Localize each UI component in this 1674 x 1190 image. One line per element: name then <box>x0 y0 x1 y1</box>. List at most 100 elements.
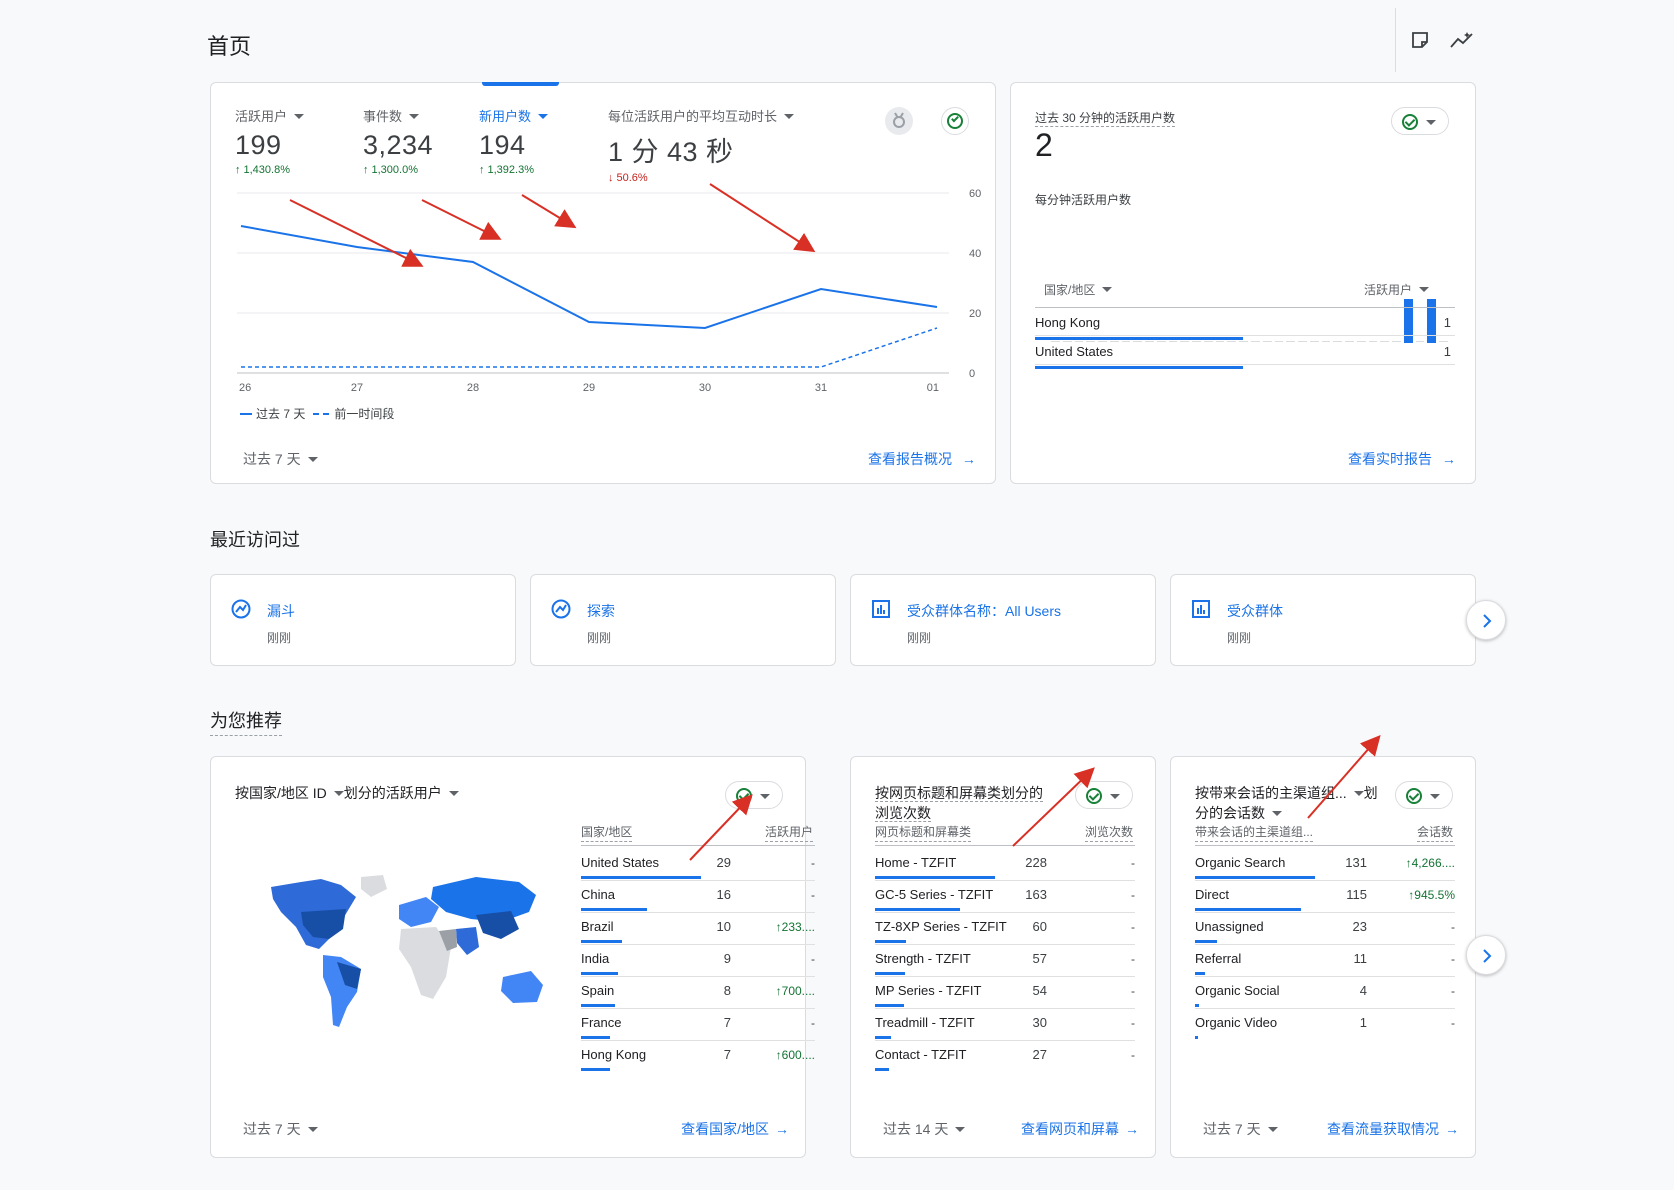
minute-bar <box>1333 341 1343 342</box>
table-row-bar <box>875 940 906 943</box>
realtime-row-value: 1 <box>1443 344 1451 359</box>
date-range-dropdown[interactable]: 过去 7 天 <box>1203 1119 1278 1139</box>
date-range-dropdown[interactable]: 过去 14 天 <box>883 1119 965 1139</box>
view-report-overview-link[interactable]: 查看报告概况 → <box>868 449 976 469</box>
table-row-bar <box>875 972 905 975</box>
realtime-row-name: Hong Kong <box>1035 315 1101 330</box>
metric-tab[interactable]: 活跃用户 199 ↑ 1,430.8% <box>235 106 345 176</box>
metric-tab[interactable]: 每位活跃用户的平均互动时长 1 分 43 秒 ↓ 50.6% <box>608 106 848 184</box>
minute-bar <box>1062 341 1072 342</box>
data-quality-dropdown[interactable] <box>1395 781 1453 809</box>
recommended-next-button[interactable] <box>1466 935 1506 975</box>
overview-line-chart: 0204060263月2728293031014月 <box>237 188 981 393</box>
realtime-row-bar <box>1035 366 1243 369</box>
metric-label: 事件数 <box>363 106 473 125</box>
table-row-value: 29 <box>716 855 731 870</box>
recent-section-title: 最近访问过 <box>210 530 300 550</box>
page-title: 首页 <box>207 34 252 59</box>
minute-bar <box>1203 341 1213 342</box>
table-row-value: 23 <box>1352 919 1367 934</box>
data-quality-dropdown[interactable] <box>725 781 783 809</box>
data-quality-icon[interactable] <box>941 107 969 135</box>
metric-tab[interactable]: 事件数 3,234 ↑ 1,300.0% <box>363 106 473 176</box>
recent-item-time: 刚刚 <box>267 631 292 645</box>
x-tick-label: 29 <box>583 382 595 393</box>
view-report-link[interactable]: 查看国家/地区 → <box>681 1119 789 1139</box>
minute-bar <box>1356 341 1366 342</box>
table-row-name: Organic Search <box>1195 855 1286 870</box>
chevron-down-icon <box>1430 794 1440 799</box>
table-row-value: 57 <box>1032 951 1047 966</box>
view-report-label: 查看网页和屏幕 <box>1021 1121 1119 1137</box>
realtime-subtitle: 每分钟活跃用户数 <box>1035 193 1132 207</box>
minute-bar <box>1345 341 1354 342</box>
metric-tab[interactable]: 新用户数 194 ↑ 1,392.3% <box>479 106 589 176</box>
table-row-bar <box>1195 908 1301 911</box>
minute-bar <box>1274 341 1284 342</box>
series-line-previous <box>241 327 938 368</box>
explore-icon <box>231 599 251 619</box>
dimension-dropdown[interactable]: 按国家/地区 ID <box>235 785 344 801</box>
minute-bar <box>1215 341 1225 342</box>
card-title: 按国家/地区 ID 划分的活跃用户 <box>235 783 459 803</box>
table-row-value: 228 <box>1025 855 1047 870</box>
metric-change-value: 1,392.3% <box>487 164 534 176</box>
metric-dropdown[interactable]: 分的会话数 <box>1195 805 1282 821</box>
chart-legend: 过去 7 天 前一时间段 <box>240 405 394 422</box>
insights-icon[interactable] <box>1450 30 1474 50</box>
view-report-label: 查看流量获取情况 <box>1327 1121 1439 1137</box>
dimension-dropdown[interactable]: 按带来会话的主渠道组... <box>1195 785 1364 801</box>
recent-item-card[interactable]: 受众群体名称：All Users 刚刚 <box>850 574 1156 666</box>
table-row-name: GC-5 Series - TZFIT <box>875 887 994 902</box>
table-row-bar <box>581 1068 610 1071</box>
table-row-value: 9 <box>723 951 731 966</box>
recent-item-card[interactable]: 漏斗 刚刚 <box>210 574 516 666</box>
realtime-row-value: 1 <box>1443 315 1451 330</box>
table-row-value: 163 <box>1025 887 1047 902</box>
card-title-b[interactable]: 浏览次数 <box>875 805 931 822</box>
recent-next-button[interactable] <box>1466 600 1506 640</box>
recent-item-card[interactable]: 受众群体 刚刚 <box>1170 574 1476 666</box>
view-report-link[interactable]: 查看流量获取情况 → <box>1327 1119 1459 1139</box>
arrow-right-icon: → <box>775 1121 789 1137</box>
recent-item-label: 探索 <box>587 603 615 619</box>
benchmark-icon[interactable] <box>885 107 913 135</box>
minute-bar <box>1368 341 1378 342</box>
table-row-change: - <box>1451 952 1455 966</box>
minute-bar <box>1239 341 1248 342</box>
arrow-up-icon: ↑ <box>363 164 369 176</box>
arrow-up-icon: ↑ <box>235 164 241 176</box>
recent-item-card[interactable]: 探索 刚刚 <box>530 574 836 666</box>
table-row-name: United States <box>581 855 660 870</box>
card-title-a[interactable]: 按网页标题和屏幕类划分的 <box>875 785 1043 802</box>
y-tick-label: 20 <box>969 308 981 320</box>
minute-bar <box>1051 341 1060 342</box>
col-region-dropdown[interactable]: 国家/地区 <box>1044 281 1112 298</box>
note-icon[interactable] <box>1410 30 1430 50</box>
minute-bar <box>1380 341 1390 342</box>
arrow-up-icon: ↑ <box>479 164 485 176</box>
explore-icon <box>551 599 571 619</box>
date-range-dropdown[interactable]: 过去 7 天 <box>243 1119 318 1139</box>
date-range-dropdown[interactable]: 过去 7 天 <box>243 449 318 469</box>
bar-chart-icon <box>1191 599 1211 619</box>
table-row-value: 54 <box>1032 983 1047 998</box>
metric-dropdown[interactable]: 划分的活跃用户 <box>344 785 459 801</box>
table-col-metric: 活跃用户 <box>764 823 813 842</box>
minute-bar <box>1251 341 1260 342</box>
table-row-change: ↑700.... <box>775 984 815 998</box>
chevron-down-icon <box>1426 120 1436 125</box>
minute-bar <box>1298 341 1307 342</box>
view-report-link[interactable]: 查看网页和屏幕 → <box>1021 1119 1139 1139</box>
data-quality-dropdown[interactable] <box>1075 781 1133 809</box>
table-row-bar <box>875 876 995 879</box>
minute-bar <box>1098 341 1107 342</box>
card-title-a2: 划 <box>1363 785 1378 801</box>
table-col-dimension: 国家/地区 <box>581 823 633 842</box>
realtime-quality-dropdown[interactable] <box>1391 107 1449 135</box>
col-users-dropdown[interactable]: 活跃用户 <box>1364 281 1429 298</box>
table-row-change: - <box>1451 1016 1455 1030</box>
x-tick-label: 30 <box>699 382 711 393</box>
view-realtime-link[interactable]: 查看实时报告 → <box>1348 449 1456 469</box>
minute-bar <box>1286 341 1296 342</box>
